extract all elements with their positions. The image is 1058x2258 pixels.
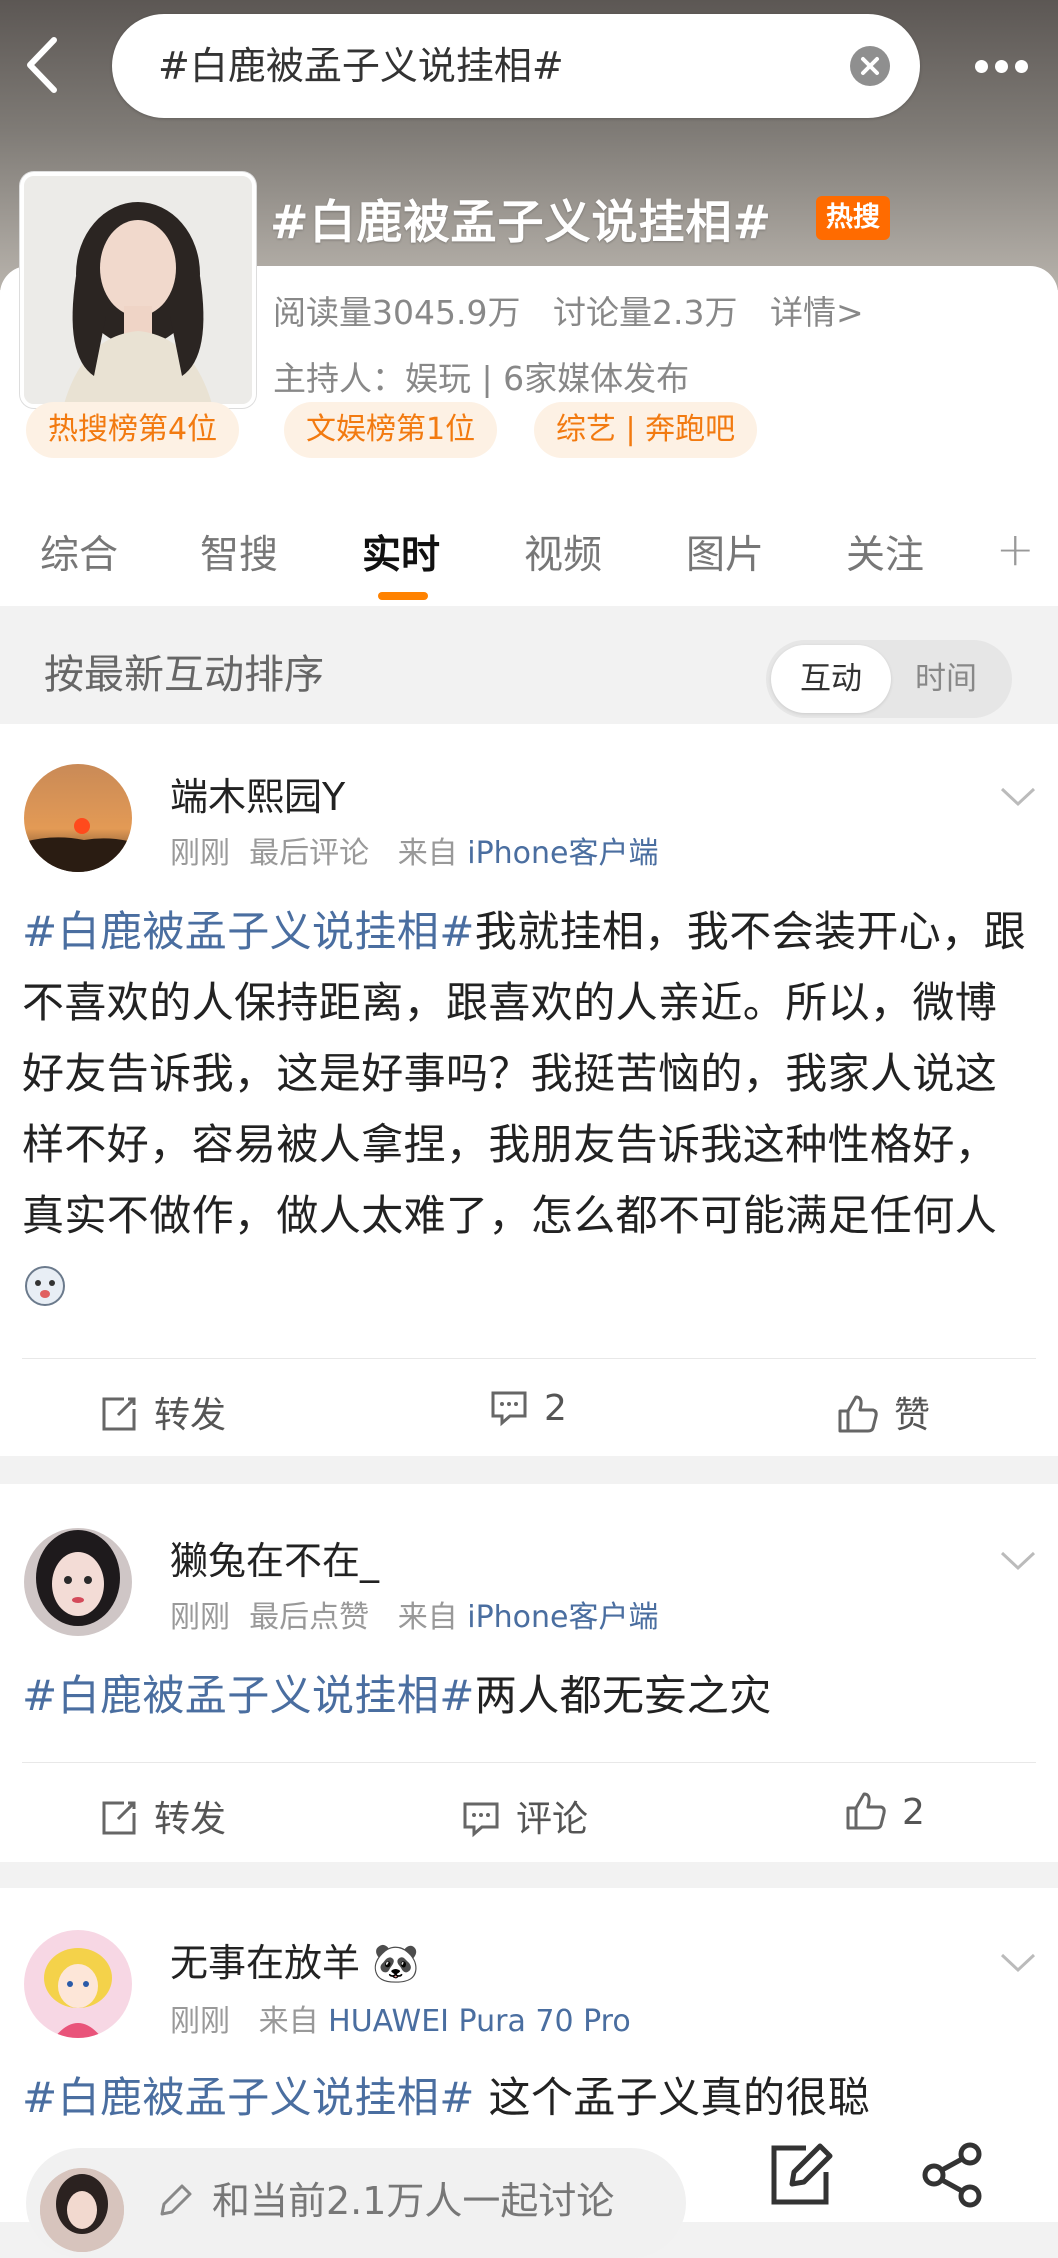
repost-label: 转发 bbox=[154, 1395, 227, 1436]
share-icon[interactable] bbox=[918, 2140, 988, 2214]
add-tab-icon[interactable]: + bbox=[996, 522, 1035, 576]
comment-label: 评论 bbox=[516, 1799, 589, 1840]
sort-toggle: 互动 时间 bbox=[766, 640, 1012, 718]
discussion-count: 讨论量2.3万 bbox=[552, 293, 738, 332]
discussion-placeholder: 和当前2.1万人一起讨论 bbox=[212, 2179, 615, 2223]
thumbs-up-icon bbox=[846, 1792, 886, 1830]
source-prefix: 来自 bbox=[397, 836, 458, 871]
post-content: 我就挂相，我不会装开心，跟不喜欢的人保持距离，跟喜欢的人亲近。所以，微博好友告诉… bbox=[22, 907, 1026, 1240]
tab-video[interactable]: 视频 bbox=[524, 524, 602, 580]
post-time: 刚刚 bbox=[170, 836, 230, 871]
repost-button[interactable]: 转发 bbox=[98, 1790, 226, 1842]
post-content: 这个孟子义真的很聪 bbox=[474, 2073, 871, 2122]
post-activity: 最后点赞 bbox=[249, 1600, 370, 1635]
tab-smart-search[interactable]: 智搜 bbox=[200, 524, 278, 580]
tab-following[interactable]: 关注 bbox=[846, 524, 924, 580]
post-source[interactable]: iPhone客户端 bbox=[467, 836, 658, 871]
post-text: #白鹿被孟子义说挂相#两人都无妄之灾 bbox=[22, 1660, 1038, 1731]
post-source[interactable]: HUAWEI Pura 70 Pro bbox=[328, 2004, 631, 2039]
thumbs-up-icon bbox=[838, 1395, 878, 1433]
comment-icon bbox=[463, 1802, 499, 1838]
like-button[interactable]: 赞 bbox=[836, 1386, 930, 1438]
compose-post-icon[interactable] bbox=[766, 2140, 836, 2214]
username[interactable]: 獭兔在不在_ bbox=[170, 1530, 379, 1585]
repost-label: 转发 bbox=[154, 1799, 227, 1840]
username[interactable]: 无事在放羊 🐼 bbox=[170, 1932, 419, 1987]
post-card[interactable]: 獭兔在不在_ 刚刚 最后点赞 来自 iPhone客户端 #白鹿被孟子义说挂相#两… bbox=[0, 1484, 1058, 1862]
topic-stats: 阅读量3045.9万 讨论量2.3万 详情> bbox=[273, 286, 886, 334]
pencil-icon bbox=[154, 2178, 194, 2226]
tab-images[interactable]: 图片 bbox=[686, 524, 764, 580]
topic-hashtag-link[interactable]: #白鹿被孟子义说挂相# bbox=[22, 2073, 475, 2122]
topic-hashtag-link[interactable]: #白鹿被孟子义说挂相# bbox=[22, 907, 475, 956]
post-time: 刚刚 bbox=[170, 1600, 230, 1635]
divider bbox=[22, 1358, 1036, 1359]
details-link[interactable]: 详情> bbox=[770, 293, 864, 332]
avatar[interactable] bbox=[24, 1528, 132, 1636]
tab-realtime[interactable]: 实时 bbox=[362, 524, 440, 580]
search-query[interactable]: #白鹿被孟子义说挂相# bbox=[158, 14, 564, 118]
topic-title: #白鹿被孟子义说挂相# bbox=[270, 195, 773, 249]
avatar[interactable] bbox=[24, 764, 132, 872]
topic-hashtag-link[interactable]: #白鹿被孟子义说挂相# bbox=[22, 1671, 475, 1720]
active-tab-indicator bbox=[378, 592, 428, 600]
tab-comprehensive[interactable]: 综合 bbox=[40, 524, 118, 580]
search-bar[interactable]: #白鹿被孟子义说挂相# bbox=[112, 14, 920, 118]
source-prefix: 来自 bbox=[397, 1600, 458, 1635]
topic-cover-image bbox=[20, 172, 256, 408]
sort-label: 按最新互动排序 bbox=[44, 652, 324, 698]
repost-icon bbox=[102, 1397, 136, 1431]
repost-icon bbox=[102, 1801, 136, 1835]
sort-bar: 按最新互动排序 互动 时间 bbox=[0, 612, 1058, 718]
chevron-down-icon[interactable] bbox=[998, 1548, 1038, 1574]
tab-bar: 综合 智搜 实时 视频 图片 关注 + bbox=[0, 508, 1058, 606]
source-prefix: 来自 bbox=[258, 2004, 319, 2039]
chevron-down-icon[interactable] bbox=[998, 1950, 1038, 1976]
like-label: 赞 bbox=[894, 1395, 931, 1436]
clear-search-icon[interactable] bbox=[850, 46, 890, 86]
post-text: #白鹿被孟子义说挂相#我就挂相，我不会装开心，跟不喜欢的人保持距离，跟喜欢的人亲… bbox=[22, 896, 1038, 1322]
like-count: 2 bbox=[902, 1792, 925, 1833]
avatar[interactable] bbox=[24, 1930, 132, 2038]
post-meta: 刚刚 来自 HUAWEI Pura 70 Pro bbox=[170, 1996, 631, 2040]
rank-chip-hot[interactable]: 热搜榜第4位 bbox=[26, 402, 240, 458]
post-meta: 刚刚 最后评论 来自 iPhone客户端 bbox=[170, 828, 659, 872]
post-content: 两人都无妄之灾 bbox=[474, 1671, 772, 1720]
post-activity: 最后评论 bbox=[249, 836, 370, 871]
like-button[interactable]: 2 bbox=[844, 1790, 925, 1833]
current-user-avatar bbox=[40, 2168, 124, 2252]
host-info: 主持人：娱玩 | 6家媒体发布 bbox=[273, 359, 690, 398]
post-source[interactable]: iPhone客户端 bbox=[467, 1600, 658, 1635]
comment-icon bbox=[491, 1391, 527, 1427]
hot-search-badge: 热搜 bbox=[816, 196, 890, 240]
more-options-icon[interactable] bbox=[975, 58, 1039, 73]
comment-count: 2 bbox=[544, 1388, 567, 1429]
post-card[interactable]: 端木熙园Y 刚刚 最后评论 来自 iPhone客户端 #白鹿被孟子义说挂相#我就… bbox=[0, 724, 1058, 1456]
post-meta: 刚刚 最后点赞 来自 iPhone客户端 bbox=[170, 1592, 659, 1636]
post-time: 刚刚 bbox=[170, 2004, 230, 2039]
username[interactable]: 端木熙园Y bbox=[170, 766, 345, 821]
comment-button[interactable]: 2 bbox=[488, 1386, 567, 1429]
emoji-icon bbox=[22, 1259, 68, 1306]
discussion-input[interactable]: 和当前2.1万人一起讨论 bbox=[26, 2148, 686, 2258]
post-text: #白鹿被孟子义说挂相# 这个孟子义真的很聪 bbox=[22, 2062, 1038, 2133]
sort-by-time[interactable]: 时间 bbox=[886, 645, 1006, 713]
chevron-down-icon[interactable] bbox=[998, 784, 1038, 810]
read-count: 阅读量3045.9万 bbox=[273, 293, 521, 332]
variety-show-chip[interactable]: 综艺 | 奔跑吧 bbox=[534, 402, 758, 458]
repost-button[interactable]: 转发 bbox=[98, 1386, 226, 1438]
bottom-action-bar: 和当前2.1万人一起讨论 bbox=[0, 2130, 1058, 2258]
sort-by-interaction[interactable]: 互动 bbox=[771, 645, 891, 713]
comment-button[interactable]: 评论 bbox=[460, 1790, 588, 1842]
rank-chip-entertainment[interactable]: 文娱榜第1位 bbox=[284, 402, 498, 458]
back-arrow-icon bbox=[27, 37, 57, 93]
back-button[interactable] bbox=[20, 30, 80, 100]
divider bbox=[22, 1762, 1036, 1763]
